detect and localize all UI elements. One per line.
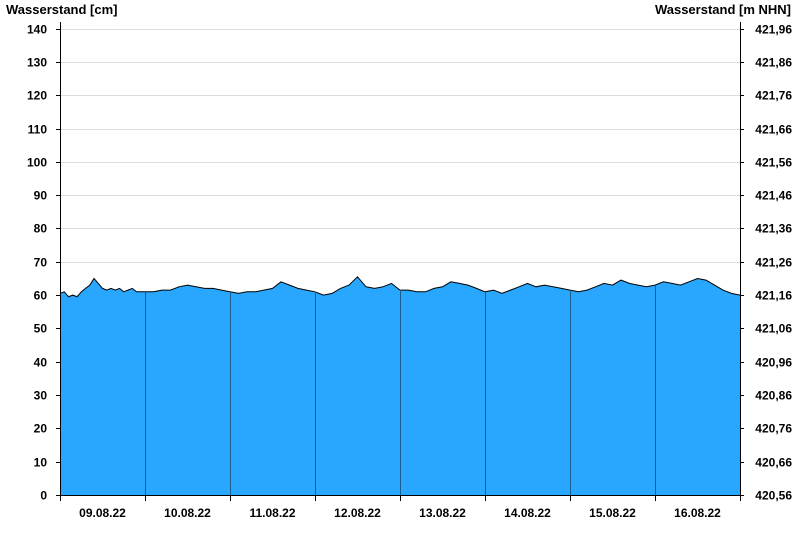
left-tick-label: 70 [34,256,48,270]
x-tick-label: 16.08.22 [674,506,721,520]
left-axis-title: Wasserstand [cm] [6,2,118,17]
left-tick-label: 40 [34,356,48,370]
right-tick-label: 421,66 [755,123,792,137]
left-tick-label: 140 [27,23,47,37]
left-tick-label: 10 [34,456,48,470]
left-tick-label: 20 [34,422,48,436]
right-axis-title: Wasserstand [m NHN] [655,2,791,17]
left-tick-label: 130 [27,56,47,70]
left-tick-label: 120 [27,89,47,103]
x-tick-label: 10.08.22 [164,506,211,520]
x-tick-label: 14.08.22 [504,506,551,520]
right-tick-label: 420,96 [755,356,792,370]
right-tick-label: 420,76 [755,422,792,436]
right-tick-label: 421,46 [755,189,792,203]
right-tick-label: 421,16 [755,289,792,303]
right-tick-label: 421,86 [755,56,792,70]
x-tick-label: 15.08.22 [589,506,636,520]
left-tick-label: 80 [34,222,48,236]
left-tick-label: 100 [27,156,47,170]
left-tick-label: 0 [40,489,47,503]
right-tick-label: 421,96 [755,23,792,37]
right-tick-label: 421,26 [755,256,792,270]
right-tick-label: 421,56 [755,156,792,170]
right-axis-ticks: 420,56 420,66 420,76 420,86 420,96 421,06 421,… [740,23,792,503]
left-tick-label: 90 [34,189,48,203]
left-tick-label: 60 [34,289,48,303]
x-tick-label: 13.08.22 [419,506,466,520]
x-tick-label: 12.08.22 [334,506,381,520]
x-tick-label: 11.08.22 [249,506,295,520]
left-tick-label: 50 [34,322,48,336]
left-tick-label: 30 [34,389,48,403]
right-tick-label: 421,76 [755,89,792,103]
right-tick-label: 421,36 [755,222,792,236]
left-axis-ticks: 0 10 20 30 40 50 60 70 80 90 100 110 120 130 140 [27,23,60,503]
left-tick-label: 110 [28,123,48,137]
right-tick-label: 420,66 [755,456,792,470]
x-axis-ticks: 09.08.22 10.08.22 11.08.22 12.08.22 13.08.22… [60,495,741,520]
right-tick-label: 421,06 [755,322,792,336]
water-level-chart: Wasserstand [cm] Wasserstand [m NHN] 0 10… [6,2,792,520]
right-tick-label: 420,86 [755,389,792,403]
x-tick-label: 09.08.22 [79,506,126,520]
right-tick-label: 420,56 [755,489,792,503]
